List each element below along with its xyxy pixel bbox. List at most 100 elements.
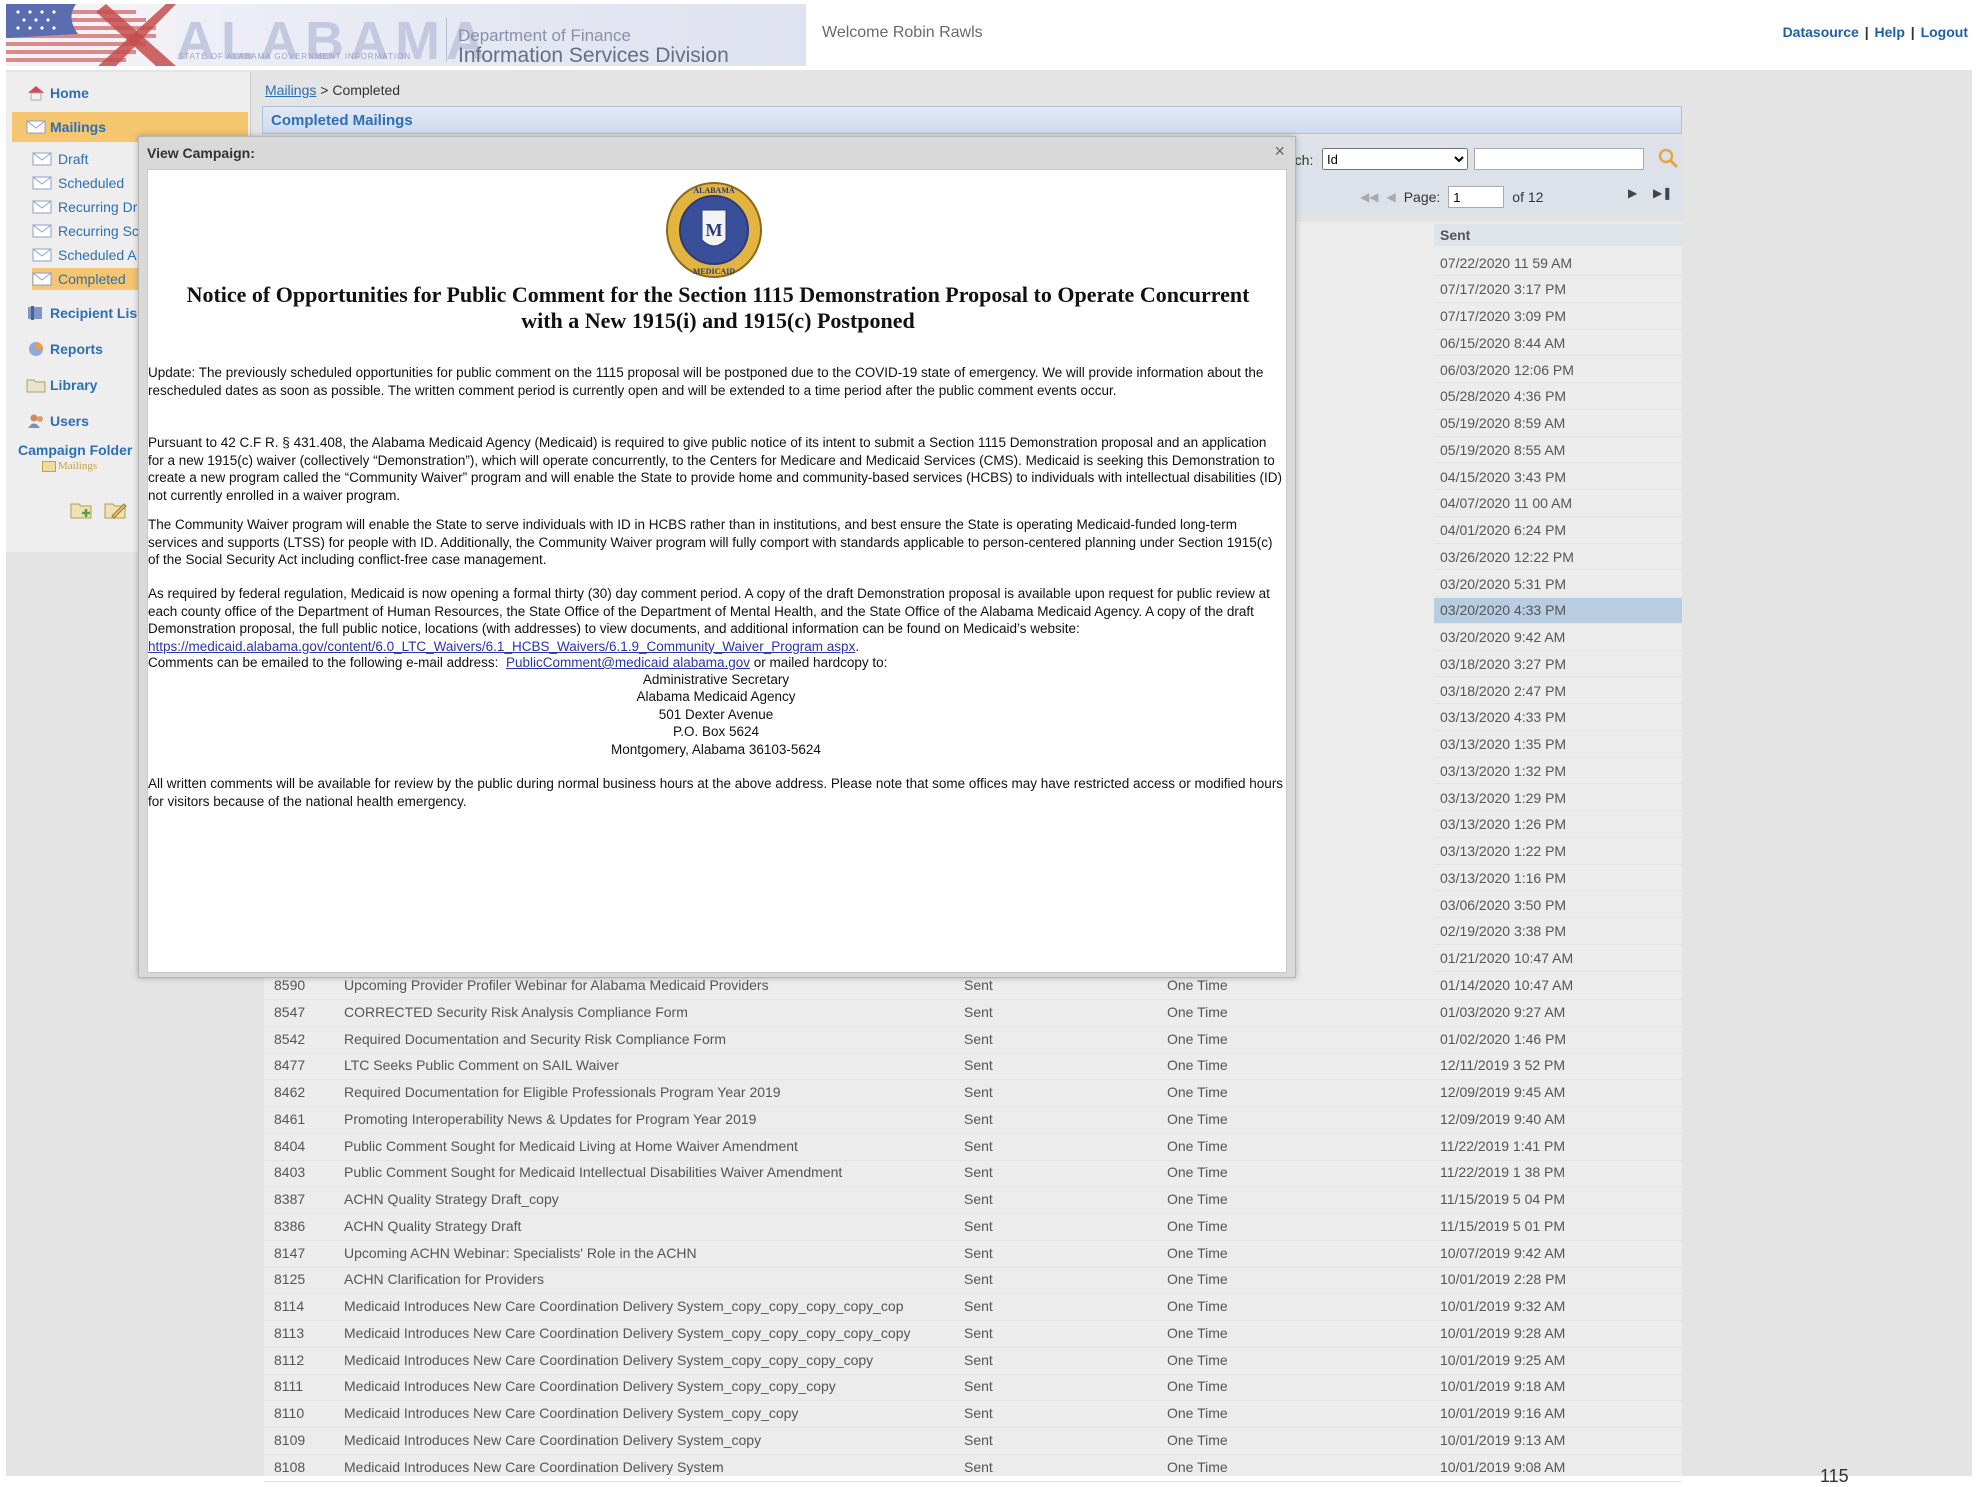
cell-name: Public Comment Sought for Medicaid Livin… [344, 1137, 798, 1154]
cell-sent: 10/01/2019 9:25 AM [1440, 1351, 1566, 1368]
alabama-logo[interactable]: ALABAMA STATE OF ALABAMA GOVERNMENT INFO… [6, 4, 806, 66]
notice-community-paragraph: The Community Waiver program will enable… [148, 517, 1273, 567]
table-row[interactable]: 8462 Required Documentation for Eligible … [264, 1079, 1682, 1107]
cell-sent: 01/14/2020 10:47 AM [1440, 977, 1574, 993]
required-paragraph-text: As required by federal regulation, Medic… [148, 586, 1270, 636]
cell-type: One Time [1167, 1458, 1228, 1475]
link-separator: | [1864, 24, 1869, 40]
envelope-icon [32, 200, 52, 214]
panel-title: Completed Mailings [262, 106, 1682, 134]
table-row[interactable]: 8542 Required Documentation and Security … [264, 1026, 1682, 1054]
campaign-folder-mailings[interactable]: Mailings [42, 460, 97, 472]
sent-cell: 03/26/2020 12:22 PM [1434, 544, 1682, 571]
sidebar-subitem-recurring-draft[interactable]: Recurring Dr [32, 196, 148, 218]
cell-type: One Time [1167, 1431, 1228, 1448]
search-input[interactable] [1474, 148, 1644, 170]
search-icon[interactable] [1656, 146, 1680, 170]
cell-type: One Time [1167, 1110, 1228, 1127]
cell-id: 8109 [274, 1431, 306, 1448]
table-row[interactable]: 8147 Upcoming ACHN Webinar: Specialists' … [264, 1240, 1682, 1268]
cell-sent: 10/01/2019 2:28 PM [1440, 1271, 1567, 1288]
next-page-icon[interactable]: ▶ [1628, 186, 1637, 200]
add-folder-icon[interactable] [70, 500, 94, 520]
cell-id: 8403 [274, 1164, 306, 1181]
cell-name: Medicaid Introduces New Care Coordinatio… [344, 1405, 799, 1421]
cell-status: Sent [964, 1271, 993, 1288]
folder-icon [26, 379, 46, 393]
table-row[interactable]: 8125 ACHN Clarification for Providers Sent… [264, 1266, 1682, 1295]
table-row[interactable]: 8108 Medicaid Introduces New Care Coordin… [264, 1454, 1682, 1482]
help-link[interactable]: Help [1875, 24, 1905, 40]
table-row[interactable]: 8112 Medicaid Introduces New Care Coordin… [264, 1347, 1682, 1375]
cell-name: Required Documentation for Eligible Prof… [344, 1084, 781, 1100]
sidebar-subitem-draft[interactable]: Draft [32, 148, 148, 170]
pager: ◀◀ ◀ Page: of 12 [1360, 186, 1543, 208]
sidebar-subitem-scheduled[interactable]: Scheduled [32, 172, 148, 194]
email-link[interactable]: PublicComment@medicaid alabama.gov [506, 655, 750, 670]
table-row[interactable]: 8111 Medicaid Introduces New Care Coordin… [264, 1373, 1682, 1402]
last-page-icon[interactable]: ▶❚ [1653, 186, 1672, 200]
cell-type: One Time [1167, 1191, 1228, 1207]
sent-cell: 07/17/2020 3:09 PM [1434, 304, 1682, 330]
cell-id: 8113 [274, 1324, 305, 1341]
cell-sent: 12/09/2019 9:40 AM [1440, 1110, 1566, 1127]
first-page-icon[interactable]: ◀◀ [1360, 190, 1378, 204]
sent-cell: 04/07/2020 11 00 AM [1434, 491, 1682, 517]
cell-sent: 12/09/2019 9:45 AM [1440, 1084, 1566, 1100]
cell-type: One Time [1167, 1003, 1228, 1020]
logout-link[interactable]: Logout [1921, 24, 1968, 40]
cell-id: 8547 [274, 1003, 306, 1020]
search-field-select[interactable]: Id [1322, 148, 1468, 170]
sidebar-item-home[interactable]: Home [12, 78, 248, 108]
datasource-link[interactable]: Datasource [1783, 24, 1859, 40]
sidebar-subitem-completed[interactable]: Completed [32, 268, 148, 290]
sent-cell: 03/18/2020 2:47 PM [1434, 678, 1682, 704]
cell-type: One Time [1167, 1271, 1228, 1288]
breadcrumb-mailings-link[interactable]: Mailings [265, 82, 316, 98]
envelope-icon [32, 152, 52, 166]
cell-sent: 10/01/2019 9:16 AM [1440, 1405, 1566, 1421]
table-row[interactable]: 8547 CORRECTED Security Risk Analysis Com… [264, 999, 1682, 1027]
prev-page-icon[interactable]: ◀ [1386, 190, 1395, 204]
table-row[interactable]: 8386 ACHN Quality Strategy Draft Sent One T… [264, 1213, 1682, 1241]
page-count: of 12 [1512, 189, 1544, 205]
edit-folder-icon[interactable] [104, 500, 128, 520]
page-label: Page: [1403, 189, 1441, 205]
sidebar-subitem-label: Recurring Dr [58, 199, 138, 215]
sent-cell: 03/13/2020 1:22 PM [1434, 839, 1682, 865]
table-row[interactable]: 8387 ACHN Quality Strategy Draft_copy Sent… [264, 1186, 1682, 1214]
cell-status: Sent [964, 1405, 993, 1421]
cell-type: One Time [1167, 1244, 1228, 1261]
sidebar-subitem-scheduled-a[interactable]: Scheduled A [32, 244, 148, 266]
sidebar-subitem-label: Scheduled [58, 175, 125, 191]
table-row[interactable]: 8109 Medicaid Introduces New Care Coordin… [264, 1427, 1682, 1455]
table-row[interactable]: 8477 LTC Seeks Public Comment on SAIL Wai… [264, 1052, 1682, 1081]
cell-type: One Time [1167, 1084, 1228, 1100]
table-row[interactable]: 8403 Public Comment Sought for Medicaid I… [264, 1159, 1682, 1188]
table-row[interactable]: 8110 Medicaid Introduces New Care Coordin… [264, 1400, 1682, 1428]
column-header-sent[interactable]: Sent [1434, 224, 1682, 246]
sent-cell: 01/21/2020 10:47 AM [1434, 946, 1682, 972]
table-row[interactable]: 8404 Public Comment Sought for Medicaid L… [264, 1133, 1682, 1161]
sidebar-subitem-recurring-scheduled[interactable]: Recurring Sc [32, 220, 148, 242]
cell-name: Upcoming ACHN Webinar: Specialists' Role… [344, 1244, 697, 1261]
table-row[interactable]: 8113 Medicaid Introduces New Care Coordin… [264, 1320, 1682, 1348]
breadcrumb-current: Completed [332, 82, 401, 98]
cell-type: One Time [1167, 1378, 1228, 1395]
page-number-input[interactable] [1448, 186, 1505, 208]
medicaid-website-link[interactable]: https://medicaid.alabama.gov/content/6.0… [148, 639, 855, 654]
envelope-icon [32, 224, 52, 238]
notice-update-paragraph: Update: The previously scheduled opportu… [148, 365, 1264, 398]
cell-name: ACHN Clarification for Providers [344, 1271, 544, 1288]
table-row[interactable]: 8114 Medicaid Introduces New Care Coordin… [264, 1293, 1682, 1321]
close-icon[interactable]: × [1274, 141, 1285, 162]
cell-sent: 10/07/2019 9:42 AM [1440, 1244, 1566, 1261]
cell-sent: 11/22/2019 1 38 PM [1440, 1164, 1566, 1181]
users-icon [28, 414, 43, 428]
address-line: Alabama Medicaid Agency [636, 689, 796, 704]
sent-cell: 04/15/2020 3:43 PM [1434, 464, 1682, 490]
cell-sent: 10/01/2019 9:13 AM [1440, 1431, 1566, 1448]
header-divider [446, 18, 447, 62]
cell-status: Sent [964, 1431, 993, 1448]
table-row[interactable]: 8461 Promoting Interoperability News & Up… [264, 1106, 1682, 1134]
